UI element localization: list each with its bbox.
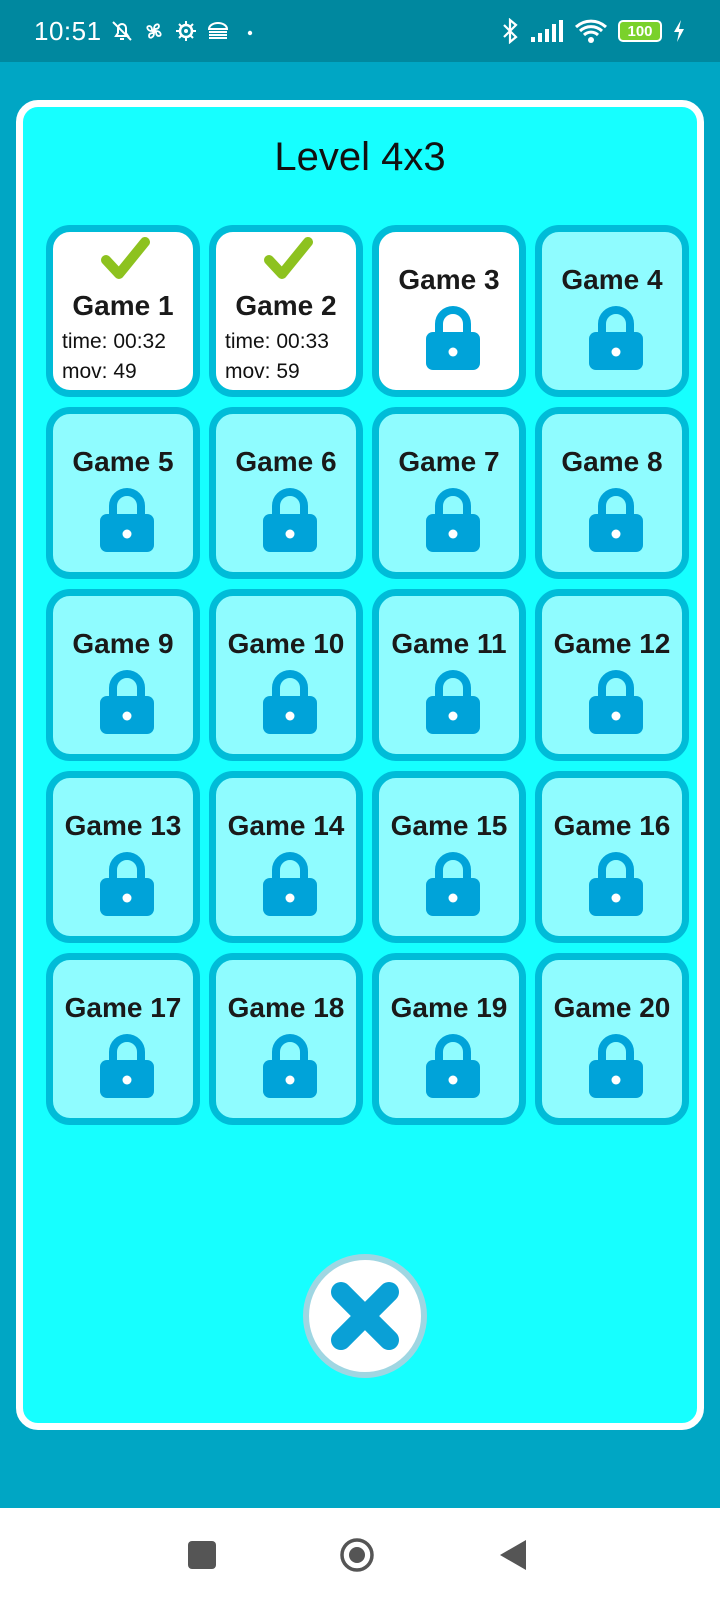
status-bar: 10:51 100 [0,0,720,62]
checkmark-icon [101,237,150,279]
recents-icon[interactable] [188,1541,216,1569]
fan-icon [146,23,162,39]
game-name: Game 15 [390,810,508,841]
game-name: Game 11 [391,628,507,659]
game-name: Game 18 [227,992,345,1023]
lock-icon [426,852,480,916]
game-tile-1[interactable]: Game 1 time: 00:32 mov: 49 [46,225,200,397]
game-tile-20[interactable]: Game 20 [535,953,689,1125]
signal-icon [531,20,563,42]
game-time: time: 00:33 [225,330,329,353]
game-moves: mov: 59 [225,360,300,383]
game-tile-11[interactable]: Game 11 [372,589,526,761]
lock-icon [100,852,154,916]
game-tile-9[interactable]: Game 9 [46,589,200,761]
game-tile-12[interactable]: Game 12 [535,589,689,761]
lock-icon [589,1034,643,1098]
lock-icon [100,1034,154,1098]
game-tile-4[interactable]: Game 4 [535,225,689,397]
lock-icon [589,306,643,370]
lock-icon [426,1034,480,1098]
battery-icon: 100 [618,20,662,42]
wifi-icon [574,19,608,43]
game-tile-8[interactable]: Game 8 [535,407,689,579]
game-name: Game 3 [398,264,500,295]
game-tile-2[interactable]: Game 2 time: 00:33 mov: 59 [209,225,363,397]
game-moves: mov: 49 [62,360,137,383]
game-tile-13[interactable]: Game 13 [46,771,200,943]
close-icon [331,1282,399,1350]
game-tile-15[interactable]: Game 15 [372,771,526,943]
status-right: 100 [500,18,686,44]
lock-icon [100,488,154,552]
lock-icon [263,488,317,552]
game-tile-17[interactable]: Game 17 [46,953,200,1125]
game-tile-6[interactable]: Game 6 [209,407,363,579]
game-name: Game 16 [553,810,671,841]
game-tile-5[interactable]: Game 5 [46,407,200,579]
lock-icon [426,306,480,370]
game-tile-3[interactable]: Game 3 [372,225,526,397]
game-tile-7[interactable]: Game 7 [372,407,526,579]
game-name: Game 10 [227,628,345,659]
lock-icon [589,488,643,552]
level-panel: Level 4x3 Game 1 time: 00:32 mov: 49 Game 2… [16,100,704,1430]
lock-icon [263,852,317,916]
game-tile-14[interactable]: Game 14 [209,771,363,943]
lock-icon [426,488,480,552]
status-time: 10:51 [34,15,102,46]
home-icon[interactable] [339,1537,375,1573]
game-tile-16[interactable]: Game 16 [535,771,689,943]
game-name: Game 19 [390,992,508,1023]
game-time: time: 00:32 [62,330,166,353]
game-name: Game 9 [72,628,174,659]
charging-icon [674,20,684,42]
navigation-bar [0,1508,720,1600]
game-name: Game 14 [227,810,345,841]
lock-icon [263,670,317,734]
lock-icon [100,670,154,734]
vpn-icon [207,22,228,39]
back-icon[interactable] [498,1538,528,1572]
game-name: Game 12 [553,628,671,659]
game-name: Game 13 [64,810,182,841]
game-tile-18[interactable]: Game 18 [209,953,363,1125]
lock-icon [589,670,643,734]
level-title: Level 4x3 [274,135,446,179]
lock-icon [263,1034,317,1098]
game-name: Game 4 [561,264,663,295]
close-button[interactable] [303,1254,427,1378]
game-name: Game 5 [72,446,174,477]
gear-icon [175,21,196,41]
game-name: Game 6 [235,446,337,477]
checkmark-icon [264,237,313,279]
lock-icon [589,852,643,916]
lock-icon [426,670,480,734]
game-name: Game 7 [398,446,500,477]
bluetooth-icon [503,18,518,44]
status-left: 10:51 [34,16,262,47]
game-grid: Game 1 time: 00:32 mov: 49 Game 2 time: 00:3… [46,225,689,1125]
alarm-off-icon [111,21,132,41]
game-name: Game 20 [553,992,671,1023]
game-name: Game 8 [561,446,663,477]
game-tile-10[interactable]: Game 10 [209,589,363,761]
game-name: Game 17 [64,992,182,1023]
game-name: Game 1 [72,290,174,321]
game-tile-19[interactable]: Game 19 [372,953,526,1125]
game-name: Game 2 [235,290,337,321]
battery-level: 100 [627,22,653,40]
dot-icon [247,30,252,36]
